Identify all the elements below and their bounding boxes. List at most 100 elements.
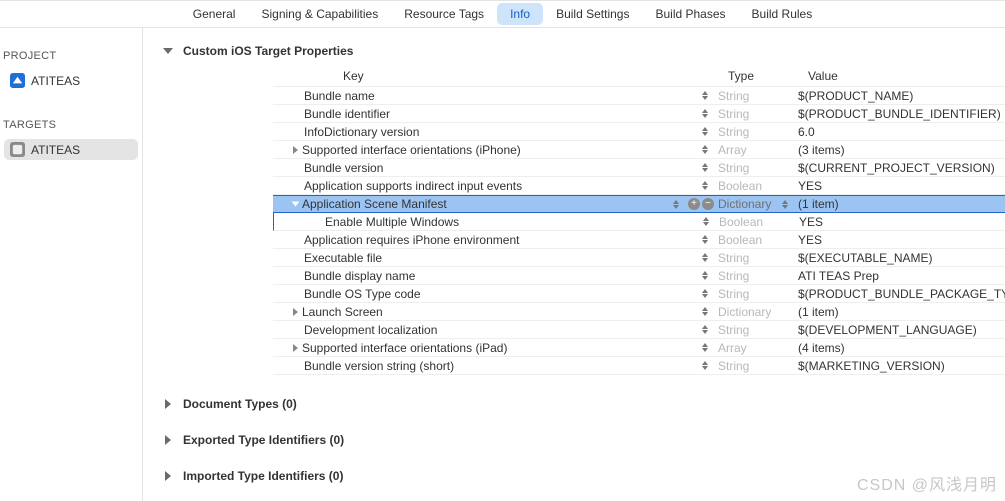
plist-value[interactable]: ATI TEAS Prep xyxy=(798,269,1005,283)
plist-type: String xyxy=(718,125,749,139)
type-stepper-icon[interactable] xyxy=(780,197,790,211)
plist-row[interactable]: Launch Screen Dictionary (1 item) xyxy=(273,303,1005,321)
targets-heading: TARGETS xyxy=(0,119,142,131)
plist-value[interactable]: $(PRODUCT_NAME) xyxy=(798,89,1005,103)
plist-row[interactable]: InfoDictionary versionString6.0 xyxy=(273,123,1005,141)
plist-value[interactable]: YES xyxy=(799,215,1005,229)
key-stepper-icon[interactable] xyxy=(700,125,710,139)
plist-key: Enable Multiple Windows xyxy=(325,215,459,229)
tab-resource-tags[interactable]: Resource Tags xyxy=(391,3,497,25)
plist-row[interactable]: Supported interface orientations (iPad)A… xyxy=(273,339,1005,357)
plist-column-headers: Key Type Value xyxy=(283,66,1005,86)
key-stepper-icon[interactable] xyxy=(700,233,710,247)
key-stepper-icon[interactable] xyxy=(700,269,710,283)
key-stepper-icon[interactable] xyxy=(701,215,711,229)
remove-row-button[interactable]: − xyxy=(702,198,714,210)
plist-key: Bundle OS Type code xyxy=(304,287,421,301)
tab-info[interactable]: Info xyxy=(497,3,543,25)
app-target-icon xyxy=(10,142,25,157)
section-label: Custom iOS Target Properties xyxy=(183,44,353,58)
chevron-right-icon xyxy=(165,399,171,409)
chevron-down-icon xyxy=(163,48,173,54)
plist-value[interactable]: $(MARKETING_VERSION) xyxy=(798,359,1005,373)
section-custom-properties[interactable]: Custom iOS Target Properties xyxy=(163,44,1005,58)
plist-type: Array xyxy=(718,341,747,355)
key-stepper-icon[interactable] xyxy=(700,341,710,355)
plist-key: Application Scene Manifest xyxy=(302,197,447,211)
plist-type: Boolean xyxy=(718,233,762,247)
tab-build-rules[interactable]: Build Rules xyxy=(739,3,826,25)
plist-row[interactable]: Bundle versionString$(CURRENT_PROJECT_VE… xyxy=(273,159,1005,177)
plist-value[interactable]: (3 items) xyxy=(798,143,1005,157)
sidebar-target-label: ATITEAS xyxy=(31,143,80,157)
project-navigator-sidebar: PROJECT ATITEAS TARGETS ATITEAS xyxy=(0,28,143,501)
plist-row[interactable]: Bundle version string (short)String$(MAR… xyxy=(273,357,1005,375)
plist-key: Application supports indirect input even… xyxy=(304,179,522,193)
plist-type: Array xyxy=(718,143,747,157)
tab-signing-capabilities[interactable]: Signing & Capabilities xyxy=(248,3,391,25)
project-heading: PROJECT xyxy=(0,50,142,62)
plist-value[interactable]: YES xyxy=(798,233,1005,247)
plist-value[interactable]: $(CURRENT_PROJECT_VERSION) xyxy=(798,161,1005,175)
plist-row[interactable]: Enable Multiple WindowsBooleanYES xyxy=(273,213,1005,231)
col-key: Key xyxy=(283,69,728,83)
plist-row[interactable]: Executable file String $(EXECUTABLE_NAME) xyxy=(273,249,1005,267)
disclosure-triangle-icon[interactable] xyxy=(293,344,298,352)
workspace: PROJECT ATITEAS TARGETS ATITEAS Custom i… xyxy=(0,28,1005,501)
tab-build-settings[interactable]: Build Settings xyxy=(543,3,642,25)
key-stepper-icon[interactable] xyxy=(700,251,710,265)
plist-row[interactable]: Application requires iPhone environmentB… xyxy=(273,231,1005,249)
add-row-button[interactable]: + xyxy=(688,198,700,210)
plist-key: Supported interface orientations (iPhone… xyxy=(302,143,521,157)
plist-value[interactable]: (4 items) xyxy=(798,341,1005,355)
plist-value[interactable]: (1 item) xyxy=(798,305,1005,319)
key-stepper-icon[interactable] xyxy=(700,179,710,193)
key-stepper-icon[interactable] xyxy=(700,359,710,373)
plist-row[interactable]: Development localizationString$(DEVELOPM… xyxy=(273,321,1005,339)
plist-row[interactable]: Application Scene Manifest+−Dictionary(1… xyxy=(273,195,1005,213)
plist-type: String xyxy=(718,161,749,175)
section-imported-identifiers[interactable]: Imported Type Identifiers (0) xyxy=(163,469,1005,483)
chevron-right-icon xyxy=(165,471,171,481)
plist-row[interactable]: Application supports indirect input even… xyxy=(273,177,1005,195)
plist-row[interactable]: Bundle nameString$(PRODUCT_NAME) xyxy=(273,87,1005,105)
tab-general[interactable]: General xyxy=(180,3,249,25)
plist-row[interactable]: Bundle identifierString$(PRODUCT_BUNDLE_… xyxy=(273,105,1005,123)
disclosure-triangle-icon[interactable] xyxy=(293,308,298,316)
key-stepper-icon[interactable] xyxy=(700,323,710,337)
key-stepper-icon[interactable] xyxy=(671,197,681,211)
plist-key: Bundle version string (short) xyxy=(304,359,454,373)
plist-value[interactable]: (1 item) xyxy=(798,197,1005,211)
section-document-types[interactable]: Document Types (0) xyxy=(163,397,1005,411)
plist-value[interactable]: $(PRODUCT_BUNDLE_IDENTIFIER) xyxy=(798,107,1005,121)
key-stepper-icon[interactable] xyxy=(700,143,710,157)
plist-type: String xyxy=(718,287,749,301)
sidebar-item-target[interactable]: ATITEAS xyxy=(4,139,138,160)
plist-row[interactable]: Bundle OS Type code String $(PRODUCT_BUNDL… xyxy=(273,285,1005,303)
plist-row[interactable]: Bundle display nameStringATI TEAS Prep xyxy=(273,267,1005,285)
plist-value[interactable]: $(EXECUTABLE_NAME) xyxy=(798,251,1005,265)
tab-build-phases[interactable]: Build Phases xyxy=(642,3,738,25)
plist-value[interactable]: YES xyxy=(798,179,1005,193)
plist-row[interactable]: Supported interface orientations (iPhone… xyxy=(273,141,1005,159)
plist-key: Launch Screen xyxy=(302,305,383,319)
key-stepper-icon[interactable] xyxy=(700,161,710,175)
plist-key: Executable file xyxy=(304,251,382,265)
key-stepper-icon[interactable] xyxy=(700,107,710,121)
section-exported-identifiers[interactable]: Exported Type Identifiers (0) xyxy=(163,433,1005,447)
chevron-right-icon xyxy=(165,435,171,445)
section-label: Imported Type Identifiers (0) xyxy=(183,469,343,483)
plist-value[interactable]: $(PRODUCT_BUNDLE_PACKAGE_TYPE) xyxy=(798,287,1005,301)
plist-type: String xyxy=(718,251,749,265)
plist-type: Dictionary xyxy=(718,305,771,319)
disclosure-triangle-icon[interactable] xyxy=(292,202,300,207)
section-label: Document Types (0) xyxy=(183,397,297,411)
key-stepper-icon[interactable] xyxy=(700,89,710,103)
key-stepper-icon[interactable] xyxy=(700,287,710,301)
plist-value[interactable]: 6.0 xyxy=(798,125,1005,139)
plist-value[interactable]: $(DEVELOPMENT_LANGUAGE) xyxy=(798,323,1005,337)
plist-type: String xyxy=(718,89,749,103)
key-stepper-icon[interactable] xyxy=(700,305,710,319)
sidebar-item-project[interactable]: ATITEAS xyxy=(4,70,138,91)
disclosure-triangle-icon[interactable] xyxy=(293,146,298,154)
